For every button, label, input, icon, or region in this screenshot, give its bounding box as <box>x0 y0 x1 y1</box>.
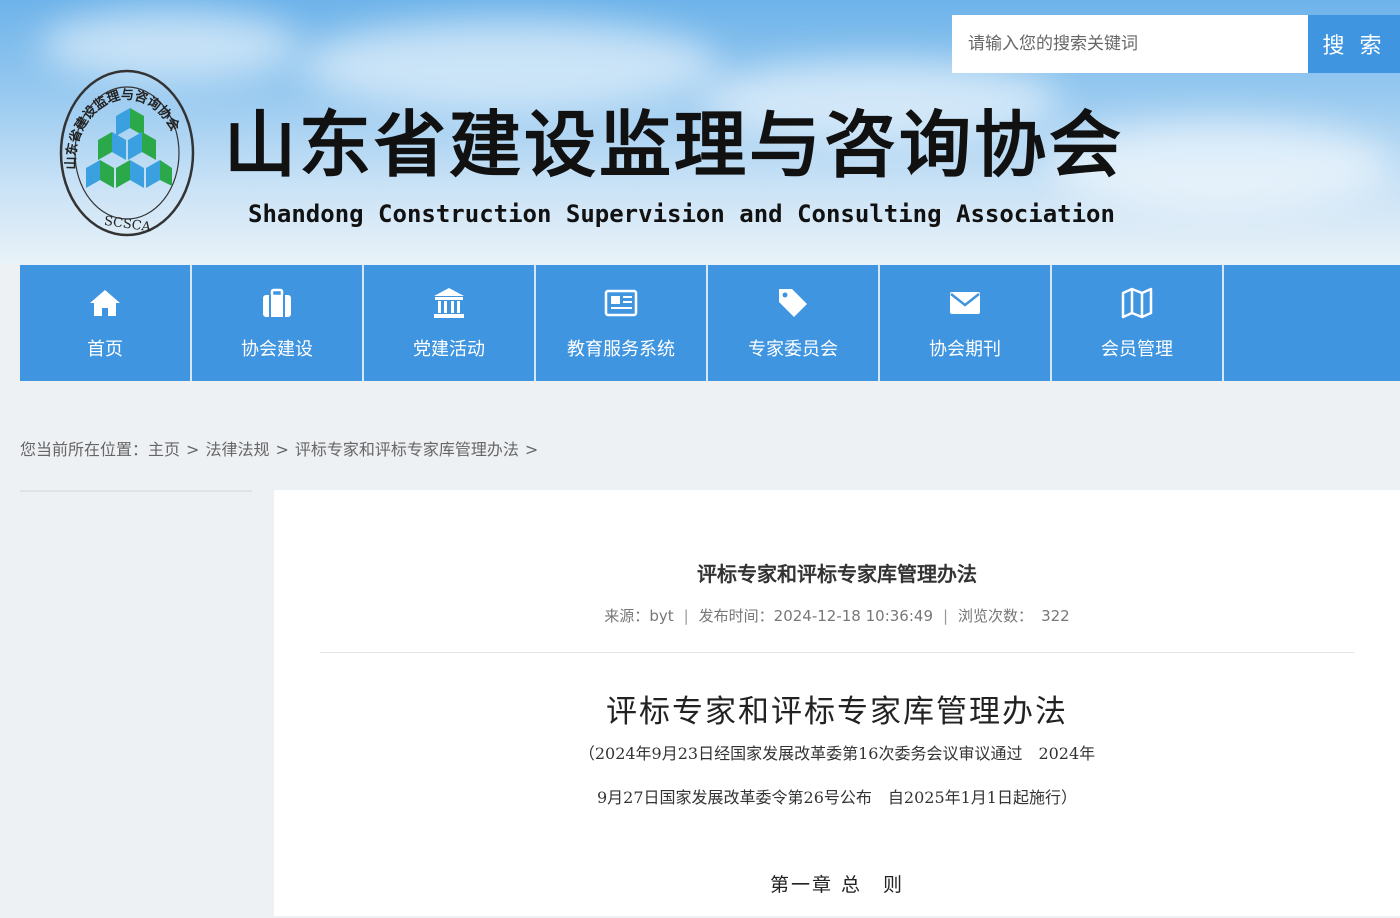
date-value: 2024-12-18 10:36:49 <box>773 607 933 625</box>
newspaper-icon <box>604 289 638 317</box>
map-icon <box>1121 287 1153 319</box>
source-label: 来源： <box>604 607 650 625</box>
home-icon <box>90 290 120 316</box>
nav-label: 教育服务系统 <box>567 339 675 360</box>
nav-item-association[interactable]: 协会建设 <box>192 265 364 381</box>
site-title: 山东省建设监理与咨询协会 <box>224 102 1125 187</box>
association-logo[interactable]: 山东省建设监理与咨询协会 SCSCA <box>58 68 196 238</box>
search-input[interactable] <box>952 15 1308 73</box>
meta-divider: | <box>942 607 949 625</box>
article-panel: 评标专家和评标专家库管理办法 来源：byt | 发布时间：2024-12-18 10… <box>274 490 1400 916</box>
document-subtitle-line2: 9月27日国家发展改革委令第26号公布 自2025年1月1日起施行） <box>597 788 1077 807</box>
main-nav: 首页 协会建设 党建活动 教育服务系统 专家委员会 协会期刊 会员管理 <box>20 265 1400 381</box>
nav-label: 党建活动 <box>413 339 485 360</box>
nav-item-members[interactable]: 会员管理 <box>1052 265 1224 381</box>
meta-divider: | <box>683 607 689 625</box>
article-divider <box>320 652 1354 653</box>
nav-item-experts[interactable]: 专家委员会 <box>708 265 880 381</box>
nav-item-education[interactable]: 教育服务系统 <box>536 265 708 381</box>
breadcrumb-home[interactable]: 主页 <box>148 440 180 459</box>
nav-label: 首页 <box>87 339 123 360</box>
breadcrumb-separator: > <box>275 440 289 459</box>
document-subtitle-line1: （2024年9月23日经国家发展改革委第16次委务会议审议通过 2024年 <box>578 744 1096 763</box>
breadcrumb-separator: > <box>524 440 539 459</box>
search-bar: 搜 索 <box>952 15 1400 73</box>
source-value: byt <box>649 607 674 625</box>
chapter-heading: 第一章 总 则 <box>769 874 905 896</box>
nav-item-party[interactable]: 党建活动 <box>364 265 536 381</box>
breadcrumb: 您当前所在位置：主页 > 法律法规 > 评标专家和评标专家库管理办法 > <box>20 436 544 460</box>
site-subtitle: Shandong Construction Supervision and Co… <box>248 200 1115 228</box>
article-title: 评标专家和评标专家库管理办法 <box>697 562 977 586</box>
views-value: 322 <box>1041 607 1070 625</box>
institution-icon <box>434 288 464 318</box>
sidebar <box>20 490 252 918</box>
nav-item-journal[interactable]: 协会期刊 <box>880 265 1052 381</box>
breadcrumb-laws[interactable]: 法律法规 <box>205 440 269 459</box>
nav-label: 专家委员会 <box>748 339 838 360</box>
breadcrumb-separator: > <box>186 440 200 459</box>
nav-label: 协会期刊 <box>929 339 1001 360</box>
document-title: 评标专家和评标专家库管理办法 <box>606 694 1068 730</box>
views-label: 浏览次数： <box>958 607 1034 625</box>
site-header: 山东省建设监理与咨询协会 SCSCA 山东省建设监理与咨询协会 Shandong… <box>0 0 1400 265</box>
envelope-icon <box>950 292 980 314</box>
nav-label: 会员管理 <box>1101 339 1173 360</box>
nav-item-home[interactable]: 首页 <box>20 265 192 381</box>
breadcrumb-prefix: 您当前所在位置： <box>20 440 149 459</box>
article-meta: 来源：byt | 发布时间：2024-12-18 10:36:49 | 浏览次数： 322 <box>274 605 1400 626</box>
breadcrumb-current[interactable]: 评标专家和评标专家库管理办法 <box>295 440 519 459</box>
briefcase-icon <box>263 288 291 317</box>
date-label: 发布时间： <box>698 607 774 625</box>
tag-icon <box>779 289 807 317</box>
nav-label: 协会建设 <box>241 339 313 360</box>
search-button[interactable]: 搜 索 <box>1308 15 1400 73</box>
